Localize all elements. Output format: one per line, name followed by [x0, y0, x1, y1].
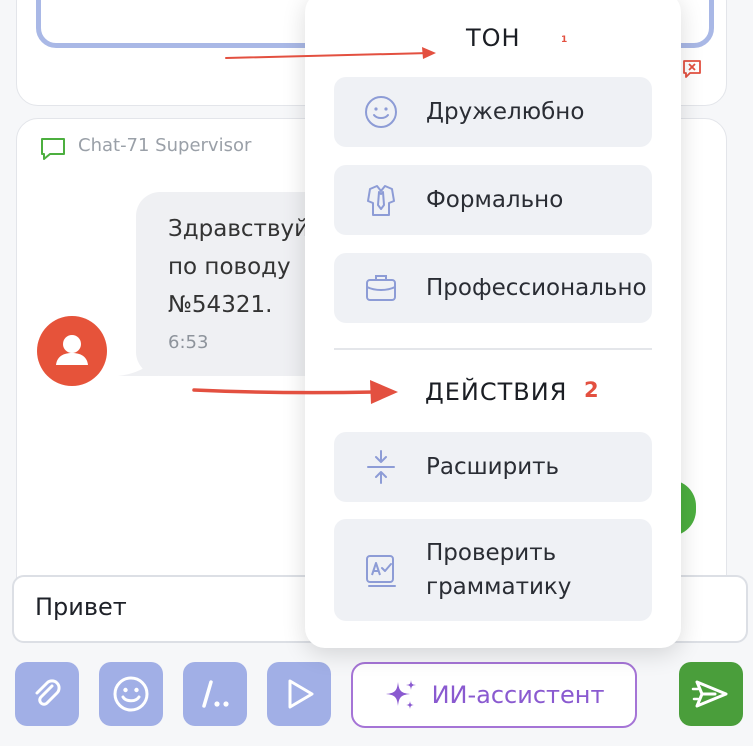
grammar-icon	[366, 555, 396, 587]
chat-sender-name: Chat-71 Supervisor	[78, 135, 252, 156]
message-time: 6:53	[168, 332, 209, 353]
flag-x-icon[interactable]	[681, 58, 703, 80]
attach-button[interactable]	[15, 662, 79, 726]
menu-divider	[334, 348, 652, 350]
avatar	[37, 316, 107, 386]
slash-commands-icon	[202, 680, 229, 708]
ai-assistant-label: ИИ-ассистент	[431, 681, 605, 709]
send-icon	[691, 680, 728, 708]
message-input-value: Привет	[35, 593, 127, 621]
action-item-label: Расширить	[426, 454, 560, 480]
play-button[interactable]	[267, 662, 331, 726]
smiley-icon	[365, 96, 397, 128]
briefcase-icon	[366, 275, 396, 301]
tone-item-formal[interactable]: Формально	[334, 165, 652, 235]
tone-item-label: Формально	[426, 187, 564, 213]
chat-bubble-icon	[41, 138, 65, 160]
emoji-icon	[113, 676, 149, 712]
annotation-arrow-tone	[225, 47, 436, 59]
emoji-button[interactable]	[99, 662, 163, 726]
action-item-expand[interactable]: Расширить	[334, 432, 652, 502]
tone-annotation-marker: 1	[561, 35, 568, 45]
paperclip-icon	[35, 679, 61, 706]
tone-item-professional[interactable]: Профессионально	[334, 253, 652, 323]
send-button[interactable]	[679, 662, 743, 726]
annotation-arrow-actions	[192, 380, 398, 404]
play-icon	[288, 679, 314, 709]
action-item-label: Проверить грамматику	[426, 540, 572, 600]
user-icon	[56, 335, 88, 365]
action-item-grammar[interactable]: Проверить грамматику	[334, 519, 652, 621]
ai-assistant-button[interactable]: ИИ-ассистент	[351, 662, 637, 728]
tone-item-label: Профессионально	[426, 275, 647, 301]
actions-section-header: ДЕЙСТВИЯ	[425, 378, 568, 406]
necktie-icon	[367, 185, 395, 216]
expand-icon	[367, 450, 395, 484]
tone-item-friendly[interactable]: Дружелюбно	[334, 77, 652, 147]
tone-item-label: Дружелюбно	[426, 99, 585, 125]
sparkle-icon	[385, 680, 416, 709]
tone-section-header: ТОН	[466, 24, 521, 52]
slash-commands-button[interactable]	[183, 662, 247, 726]
actions-annotation-marker: 2	[584, 378, 599, 402]
